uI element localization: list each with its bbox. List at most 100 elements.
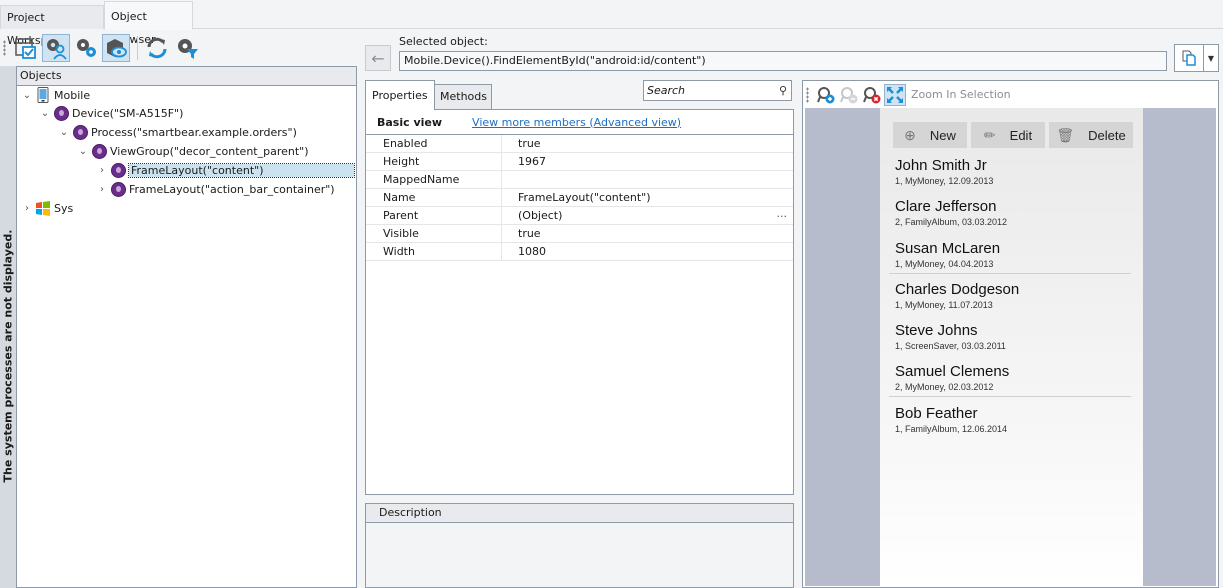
tree-node-device[interactable]: ⌄ Device("SM-A515F") — [39, 104, 183, 122]
property-name: MappedName — [366, 171, 502, 188]
show-visible-button[interactable] — [102, 33, 130, 62]
app-edit-button[interactable]: ✏ Edit — [971, 122, 1045, 148]
gear-filter-icon — [178, 38, 198, 59]
search-placeholder: Search — [647, 84, 686, 97]
list-divider — [889, 273, 1131, 274]
tree-node-framelayout-content[interactable]: › FrameLayout("content") — [96, 161, 355, 179]
object-icon — [53, 105, 69, 121]
contact-detail: 1, ScreenSaver, 03.03.2011 — [895, 341, 1006, 351]
selected-object-field[interactable]: Mobile.Device().FindElementById("android… — [399, 51, 1167, 71]
properties-search-input[interactable]: Search ⚲ — [643, 80, 792, 101]
tab-properties[interactable]: Properties — [365, 80, 435, 110]
chevron-down-icon[interactable]: ⌄ — [21, 90, 33, 101]
tree-node-label: FrameLayout("action_bar_container") — [129, 182, 335, 196]
chevron-right-icon[interactable]: › — [96, 165, 108, 176]
tree-node-framelayout-action-bar[interactable]: › FrameLayout("action_bar_container") — [96, 180, 335, 198]
tab-object-browser[interactable]: Object Browser — [104, 1, 193, 46]
toolbar-grip[interactable] — [3, 39, 6, 56]
contact-detail: 1, MyMoney, 04.04.2013 — [895, 259, 994, 269]
tree-node-sys[interactable]: › Sys — [21, 199, 73, 217]
trash-icon: 🗑 — [1056, 126, 1075, 143]
copy-dropdown-button[interactable]: ▼ — [1204, 44, 1219, 72]
plus-circle-icon: ⊕ — [904, 126, 916, 143]
object-toolbar — [0, 31, 356, 64]
object-icon — [110, 181, 126, 197]
contact-list-item[interactable]: Clare Jefferson 2, FamilyAlbum, 03.03.201… — [895, 198, 1133, 227]
ellipsis-button[interactable]: ... — [777, 205, 788, 222]
copy-button[interactable] — [1174, 44, 1204, 72]
refresh-button[interactable] — [143, 34, 171, 62]
tab-project-workspace[interactable]: Project Workspace — [0, 5, 104, 47]
property-row[interactable]: Height 1967 — [366, 153, 793, 171]
list-divider — [889, 396, 1131, 397]
contact-list-item[interactable]: Bob Feather 1, FamilyAlbum, 12.06.2014 — [895, 405, 1133, 434]
objects-header[interactable]: Objects — [17, 67, 356, 86]
property-row[interactable]: Visible true — [366, 225, 793, 243]
contact-list-item[interactable]: Susan McLaren 1, MyMoney, 04.04.2013 — [895, 240, 1133, 269]
zoom-in-button[interactable] — [815, 84, 837, 106]
property-row[interactable]: MappedName — [366, 171, 793, 189]
chevron-right-icon[interactable]: › — [21, 203, 33, 214]
view-mode-bar: Basic view View more members (Advanced v… — [366, 110, 793, 135]
contact-name: Samuel Clemens — [895, 363, 1010, 380]
screen-preview-area[interactable]: ⊕ New ✏ Edit 🗑 Delete John Smith Jr 1, MyMon… — [805, 108, 1216, 586]
tree-node-viewgroup[interactable]: ⌄ ViewGroup("decor_content_parent") — [77, 142, 309, 160]
zoom-in-selection-button[interactable] — [884, 83, 906, 106]
show-window-checkbox-button[interactable] — [12, 34, 40, 62]
arrow-left-icon: ← — [371, 48, 385, 68]
zoom-reset-button[interactable] — [861, 84, 883, 106]
contact-list-item[interactable]: Steve Johns 1, ScreenSaver, 03.03.2011 — [895, 322, 1133, 351]
chevron-down-icon[interactable]: ⌄ — [77, 146, 89, 157]
chevron-down-icon[interactable]: ⌄ — [58, 127, 70, 138]
property-value: 1967 — [518, 155, 546, 168]
search-icon[interactable]: ⚲ — [779, 81, 787, 100]
contact-detail: 1, MyMoney, 12.09.2013 — [895, 176, 994, 186]
objects-panel: Objects ⌄ Mobile ⌄ Device("SM-A515F") ⌄ … — [16, 66, 357, 588]
device-screen[interactable]: ⊕ New ✏ Edit 🗑 Delete John Smith Jr 1, MyMon… — [880, 108, 1143, 586]
tab-methods[interactable]: Methods — [433, 84, 492, 110]
gear-user-icon — [47, 38, 67, 60]
tree-node-label: Sys — [54, 201, 74, 215]
contact-name: Clare Jefferson — [895, 198, 997, 215]
advanced-view-link[interactable]: View more members (Advanced view) — [472, 116, 681, 129]
tree-node-process[interactable]: ⌄ Process("smartbear.example.orders") — [58, 123, 297, 141]
contact-list-item[interactable]: Charles Dodgeson 1, MyMoney, 11.07.2013 — [895, 281, 1133, 310]
property-name: Enabled — [366, 135, 502, 152]
contact-name: Susan McLaren — [895, 240, 1001, 257]
property-row[interactable]: Parent (Object)... — [366, 207, 793, 225]
tree-node-label: Mobile — [54, 88, 91, 102]
tree-node-mobile[interactable]: ⌄ Mobile — [21, 86, 90, 104]
chevron-right-icon[interactable]: › — [96, 184, 108, 195]
show-gears-button[interactable] — [72, 34, 100, 62]
zoom-in-icon — [817, 86, 835, 103]
contact-name: Steve Johns — [895, 322, 978, 339]
property-row[interactable]: Name FrameLayout("content") — [366, 189, 793, 207]
system-processes-notice: The system processes are not displayed. — [0, 66, 16, 588]
property-value: true — [518, 227, 541, 240]
zoom-out-button[interactable] — [838, 84, 860, 106]
property-value: (Object)... — [502, 207, 793, 224]
fit-selection-icon — [887, 86, 903, 103]
filter-button[interactable] — [173, 34, 201, 62]
zoom-out-icon — [840, 86, 858, 103]
chevron-down-icon[interactable]: ⌄ — [39, 108, 51, 119]
property-value: 1080 — [518, 245, 546, 258]
app-delete-button[interactable]: 🗑 Delete — [1049, 122, 1133, 148]
tree-node-label: ViewGroup("decor_content_parent") — [110, 144, 309, 158]
toolbar-grip[interactable] — [806, 86, 809, 103]
selected-object-label: Selected object: — [399, 35, 488, 48]
button-label: Delete — [1088, 127, 1126, 143]
property-value: true — [518, 137, 541, 150]
contact-list-item[interactable]: Samuel Clemens 2, MyMoney, 02.03.2012 — [895, 363, 1133, 392]
window-checkbox-icon — [15, 37, 36, 59]
toolbar-separator — [137, 35, 138, 60]
contact-list-item[interactable]: John Smith Jr 1, MyMoney, 12.09.2013 — [895, 157, 1133, 186]
document-tabbar: Project Workspace Object Browser — [0, 0, 1223, 47]
property-row[interactable]: Width 1080 — [366, 243, 793, 261]
property-row[interactable]: Enabled true — [366, 135, 793, 153]
refresh-icon — [147, 37, 167, 58]
app-new-button[interactable]: ⊕ New — [893, 122, 967, 148]
system-processes-text: The system processes are not displayed. — [1, 229, 15, 483]
show-gear-user-button[interactable] — [42, 33, 70, 62]
back-button[interactable]: ← — [365, 45, 391, 71]
